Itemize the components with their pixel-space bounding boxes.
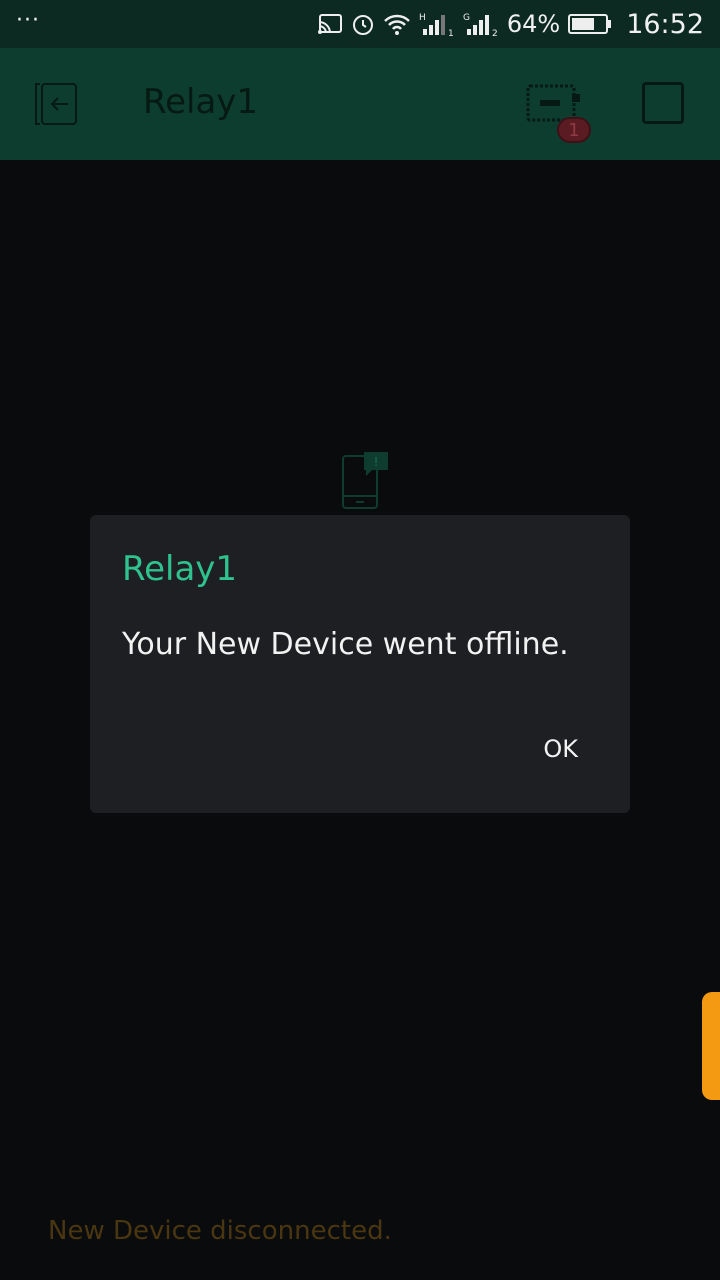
status-bar: ··· H1 G2 64% 16:52 <box>0 0 720 48</box>
app-bar: Relay1 <box>0 48 720 160</box>
wifi-icon <box>383 13 411 35</box>
back-icon[interactable] <box>32 82 80 126</box>
signal-h-icon: H1 <box>419 11 455 37</box>
device-count-badge: 1 <box>557 117 591 143</box>
svg-text:!: ! <box>374 455 379 469</box>
battery-icon <box>568 13 612 35</box>
overflow-notifications-icon: ··· <box>16 8 40 33</box>
status-icons: H1 G2 64% 16:52 <box>317 0 704 48</box>
dialog-title: Relay1 <box>122 549 238 589</box>
offline-dialog: Relay1 Your New Device went offline. OK <box>90 515 630 813</box>
ok-button[interactable]: OK <box>543 735 578 763</box>
signal-g-icon: G2 <box>463 11 499 37</box>
page-title: Relay1 <box>143 82 259 122</box>
stop-icon[interactable] <box>642 82 684 124</box>
svg-text:H: H <box>419 13 426 23</box>
side-panel-handle[interactable] <box>702 992 720 1100</box>
svg-text:G: G <box>463 13 470 23</box>
alarm-icon <box>351 12 375 36</box>
dialog-message: Your New Device went offline. <box>122 627 569 662</box>
clock: 16:52 <box>626 8 704 40</box>
disconnect-toast: New Device disconnected. <box>48 1216 392 1246</box>
phone-alert-icon: ! <box>340 450 390 510</box>
cast-icon <box>317 13 343 35</box>
svg-text:2: 2 <box>492 29 498 37</box>
battery-percent: 64% <box>506 10 561 38</box>
svg-text:1: 1 <box>448 29 454 37</box>
